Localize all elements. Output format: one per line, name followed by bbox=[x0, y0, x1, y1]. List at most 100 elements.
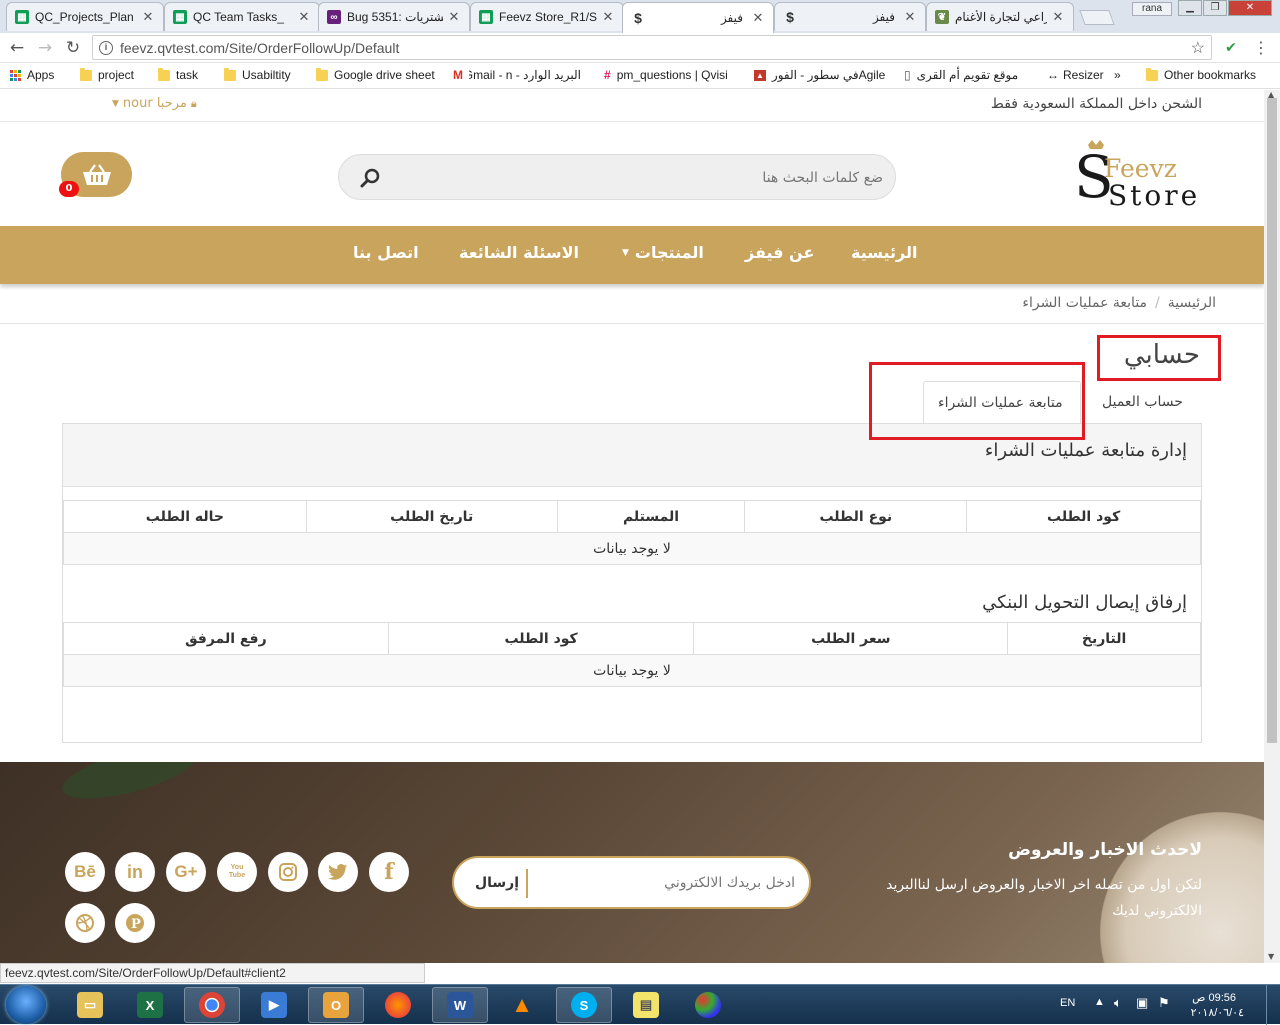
tray-expand-icon[interactable]: ▲ bbox=[1094, 996, 1105, 1008]
clock-time[interactable]: 09:56 ص bbox=[1192, 991, 1236, 1004]
folder-icon bbox=[1146, 67, 1158, 81]
clock-date[interactable]: ٢٠١٨/٠٦/٠٤ bbox=[1191, 1006, 1244, 1019]
close-icon[interactable]: ✕ bbox=[903, 9, 917, 25]
leaf-icon: ❦ bbox=[935, 10, 949, 24]
taskbar-vlc[interactable]: ▲ bbox=[494, 987, 550, 1023]
taskbar-firefox[interactable] bbox=[370, 987, 426, 1023]
extension-check-icon[interactable]: ✔ bbox=[1220, 37, 1242, 59]
language-indicator[interactable]: EN bbox=[1060, 997, 1075, 1009]
bookmark-label: Resizer bbox=[1063, 68, 1104, 82]
bookmark-folder[interactable]: Usabiltity bbox=[224, 67, 291, 82]
new-tab-button[interactable] bbox=[1079, 10, 1115, 25]
taskbar-outlook[interactable]: O bbox=[308, 987, 364, 1023]
nav-faq[interactable]: الاسئلة الشائعة bbox=[459, 243, 579, 262]
network-icon[interactable]: ▣ bbox=[1136, 995, 1148, 1011]
bookmark-resizer[interactable]: ↔ Resizer bbox=[1047, 68, 1104, 82]
bookmark-folder[interactable]: Google drive sheet bbox=[316, 67, 435, 82]
browser-tab[interactable]: ▦ QC Team Tasks_ ✕ bbox=[164, 2, 320, 31]
minimize-button[interactable]: ▁ bbox=[1178, 0, 1202, 16]
bookmark-folder[interactable]: project bbox=[80, 67, 134, 82]
bookmark-gmail[interactable]: M البريد الوارد - Gmail - n bbox=[453, 68, 581, 82]
browser-tab[interactable]: ▦ Feevz Store_R1/S ✕ bbox=[470, 2, 624, 31]
taskbar-excel[interactable]: X bbox=[122, 987, 178, 1023]
section-title-bank-receipt: إرفاق إيصال التحويل البنكي bbox=[982, 592, 1187, 613]
facebook-icon[interactable]: f bbox=[369, 852, 409, 892]
nav-products[interactable]: ▼ المنتجات bbox=[622, 243, 704, 262]
nav-about[interactable]: عن فيفز bbox=[745, 243, 814, 262]
feevz-logo[interactable]: S Feevz Store bbox=[1070, 135, 1205, 215]
column-order-code: كود الطلب bbox=[387, 622, 695, 655]
reload-icon[interactable]: ↻ bbox=[62, 37, 84, 59]
user-welcome-menu[interactable]: ▼ مرحبا nour 🔒︎ bbox=[112, 96, 197, 111]
send-button[interactable]: إرسال bbox=[468, 869, 528, 898]
browser-tab-active[interactable]: $ فيفز ✕ bbox=[622, 2, 774, 33]
googleplus-icon[interactable]: G+ bbox=[166, 852, 206, 892]
youtube-icon[interactable]: You Tube bbox=[217, 852, 257, 892]
search-input[interactable] bbox=[413, 167, 883, 189]
table-row: لا يوجد بيانات bbox=[63, 654, 1201, 687]
show-desktop-button[interactable] bbox=[1266, 985, 1278, 1025]
taskbar-notes[interactable]: ▤ bbox=[618, 987, 674, 1023]
tab-customer-account[interactable]: حساب العميل bbox=[1088, 381, 1197, 424]
taskbar-skype[interactable]: S bbox=[556, 987, 612, 1023]
taskbar-media[interactable]: ▶ bbox=[246, 987, 302, 1023]
tab-title: فيفز bbox=[872, 10, 895, 24]
system-tray: EN ▲ 🔈︎ ▣ ⚑ 09:56 ص ٢٠١٨/٠٦/٠٤ bbox=[1050, 985, 1280, 1025]
browser-tab[interactable]: ∞ Bug 5351: مشتريات ✕ bbox=[318, 2, 470, 31]
page-scrollbar[interactable]: ▲ ▼ bbox=[1264, 90, 1280, 963]
close-icon[interactable]: ✕ bbox=[601, 9, 615, 25]
bookmark-label: Agileفي سطور - الفور bbox=[771, 68, 886, 82]
bookmark-slack[interactable]: # pm_questions | Qvisi bbox=[604, 68, 747, 82]
close-icon[interactable]: ✕ bbox=[1051, 9, 1065, 25]
browser-tab[interactable]: $ فيفز ✕ bbox=[774, 2, 926, 31]
restore-button[interactable]: ❐ bbox=[1203, 0, 1227, 16]
pinterest-icon[interactable]: P bbox=[115, 903, 155, 943]
taskbar-chrome[interactable] bbox=[184, 987, 240, 1023]
close-icon[interactable]: ✕ bbox=[297, 9, 311, 25]
nav-home[interactable]: الرئيسية bbox=[851, 243, 918, 262]
linkedin-icon[interactable]: in bbox=[115, 852, 155, 892]
column-order-status: حاله الطلب bbox=[63, 500, 307, 533]
dribbble-icon[interactable] bbox=[65, 903, 105, 943]
forward-arrow-icon[interactable]: → bbox=[34, 37, 56, 59]
browser-tab[interactable]: ❦ الراعي لتجارة الأغنام ✕ bbox=[926, 2, 1074, 31]
breadcrumb-home[interactable]: الرئيسية bbox=[1168, 295, 1216, 311]
sheets-icon: ▦ bbox=[479, 10, 493, 24]
info-icon[interactable]: i bbox=[99, 40, 113, 55]
address-bar[interactable]: i feevz.qvtest.com/Site/OrderFollowUp/De… bbox=[92, 35, 1212, 60]
taskbar-word[interactable]: W bbox=[432, 987, 488, 1023]
bookmark-other[interactable]: Other bookmarks bbox=[1146, 67, 1256, 82]
folder-icon: ▭ bbox=[77, 992, 103, 1018]
bookmark-apps[interactable]: Apps bbox=[10, 68, 54, 82]
window-close-button[interactable]: ✕ bbox=[1228, 0, 1272, 16]
start-button[interactable] bbox=[6, 986, 46, 1024]
taskbar-explorer[interactable]: ▭ bbox=[62, 987, 118, 1023]
bookmark-folder[interactable]: task bbox=[158, 67, 198, 82]
bookmarks-overflow-button[interactable]: » bbox=[1114, 68, 1121, 82]
scrollbar-thumb[interactable] bbox=[1267, 98, 1277, 743]
site-header: S Feevz Store 0 bbox=[0, 123, 1264, 226]
profile-button[interactable]: rana bbox=[1132, 2, 1172, 16]
search-box[interactable] bbox=[338, 154, 896, 200]
volume-icon[interactable]: 🔈︎ bbox=[1114, 995, 1122, 1011]
search-icon[interactable] bbox=[359, 167, 381, 189]
browser-tab[interactable]: ▦ QC_Projects_Plan ✕ bbox=[6, 2, 164, 31]
bookmark-star-icon[interactable]: ☆ bbox=[1191, 38, 1205, 58]
behance-icon[interactable]: Bē bbox=[65, 852, 105, 892]
taskbar-paint[interactable] bbox=[680, 987, 736, 1023]
bookmark-calendar[interactable]: ▯ موقع تقويم أم القرى bbox=[904, 68, 1018, 82]
media-player-icon: ▶ bbox=[261, 992, 287, 1018]
nav-contact[interactable]: اتصل بنا bbox=[353, 243, 419, 262]
scroll-down-arrow-icon[interactable]: ▼ bbox=[1268, 952, 1274, 961]
close-icon[interactable]: ✕ bbox=[751, 10, 765, 26]
table-header-row: التاريخ سعر الطلب كود الطلب رفع المرفق bbox=[63, 622, 1201, 655]
flag-icon[interactable]: ⚑ bbox=[1158, 995, 1170, 1011]
bookmark-agile[interactable]: ▲ Agileفي سطور - الفور bbox=[754, 68, 885, 82]
close-icon[interactable]: ✕ bbox=[141, 9, 155, 25]
close-icon[interactable]: ✕ bbox=[447, 9, 461, 25]
instagram-icon[interactable] bbox=[268, 852, 308, 892]
back-arrow-icon[interactable]: ← bbox=[6, 37, 28, 59]
email-field[interactable] bbox=[535, 872, 795, 894]
menu-kebab-icon[interactable]: ⋮ bbox=[1250, 37, 1272, 59]
twitter-icon[interactable] bbox=[318, 852, 358, 892]
